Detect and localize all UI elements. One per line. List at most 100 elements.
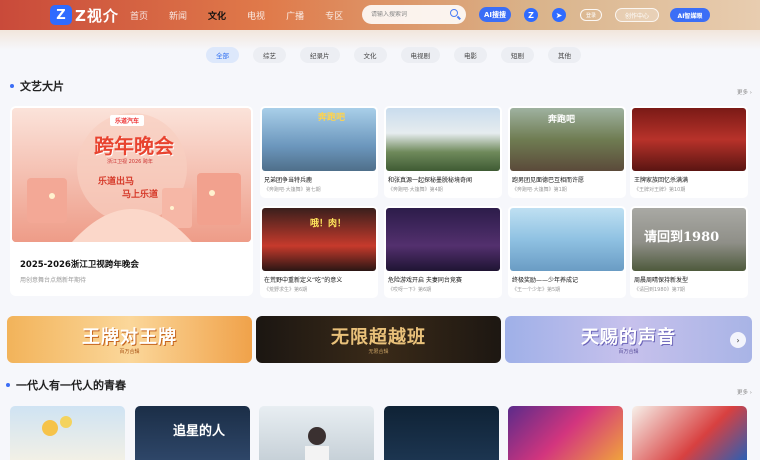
filter-documentary[interactable]: 纪录片 (300, 47, 340, 63)
search-input[interactable] (371, 11, 449, 18)
more-link[interactable]: 更多 › (737, 388, 752, 396)
card-watermark: 奔跑吧 (318, 113, 346, 123)
search-box[interactable] (362, 5, 466, 24)
card-thumbnail[interactable]: 奔跑吧 (510, 108, 624, 171)
banner-next-button[interactable]: › (730, 332, 746, 348)
category-filters: 全部 综艺 纪录片 文化 电视剧 电影 短剧 其他 (206, 47, 595, 63)
poster-title: 跨年晚会 (94, 134, 174, 158)
show-card[interactable]: 奔跑吧 跑男团见面德巴互相而许愿 《奔跑吧·大篷舞》第1期 (508, 106, 626, 198)
card-thumbnail[interactable]: 奔跑吧 (262, 108, 376, 171)
section-title-text: 文艺大片 (20, 80, 64, 93)
card-title[interactable]: 王牌家族回忆杀满满 (634, 175, 746, 184)
collection-banner[interactable]: 王牌对王牌 百万合辑 (7, 316, 252, 363)
drama-poster[interactable] (632, 406, 747, 460)
card-title[interactable]: 终极奖励——少年养成记 (512, 275, 624, 284)
search-icon[interactable] (450, 9, 458, 17)
collection-banner[interactable]: 天赐的声音 百万合辑 (505, 316, 752, 363)
app-send-icon[interactable]: ➤ (552, 8, 566, 22)
card-subtitle: 《哎呀一下》第6期 (388, 287, 432, 293)
section-dot-icon (6, 383, 10, 387)
filter-culture[interactable]: 文化 (353, 47, 387, 63)
card-thumbnail[interactable] (386, 208, 500, 271)
card-thumbnail[interactable]: 请回到1980 (632, 208, 746, 271)
banner-subtitle: 无限合辑 (368, 349, 389, 355)
more-link[interactable]: 更多 › (737, 88, 752, 96)
nav-news[interactable]: 新闻 (169, 9, 187, 22)
filter-short-drama[interactable]: 短剧 (501, 47, 534, 63)
card-watermark: 奔跑吧 (548, 115, 576, 125)
card-thumbnail[interactable]: 哦！肉！ (262, 208, 376, 271)
card-title[interactable]: 周晨周晴保持新发型 (634, 275, 746, 284)
drama-poster[interactable]: 追星的人 (135, 406, 250, 460)
drama-poster[interactable] (508, 406, 623, 460)
poster-text: 追星的人 (173, 424, 226, 439)
feature-title[interactable]: 2025-2026浙江卫视跨年晚会 (20, 258, 139, 270)
show-card[interactable]: 请回到1980 周晨周晴保持新发型 《请回到1980》第7期 (630, 206, 748, 298)
logo-mark-icon: Z (50, 5, 72, 25)
nav-home[interactable]: 首页 (130, 9, 148, 22)
card-thumbnail[interactable] (386, 108, 500, 171)
banner-subtitle: 百万合辑 (618, 349, 639, 355)
card-subtitle: 《奔跑吧·大篷舞》第1期 (512, 187, 567, 193)
card-watermark: 哦！肉！ (310, 219, 347, 229)
poster-balloons (42, 416, 72, 436)
ai-search-button[interactable]: AI搜搜 (479, 7, 511, 22)
banner-title: 无限超越班 (331, 327, 426, 348)
card-title[interactable]: 在荒野中重新定义“吃”的意义 (264, 275, 376, 284)
show-card[interactable]: 奔跑吧 兄弟团争当特兵鹿 《奔跑吧·大篷舞》第七期 (260, 106, 378, 198)
feature-subtitle: 用创意舞台点燃新年期待 (20, 277, 87, 284)
top-header: Z Z视介 首页 新闻 文化 电视 广播 专区 AI搜搜 Z ➤ 登录 创作中心… (0, 0, 760, 30)
filter-movie[interactable]: 电影 (454, 47, 487, 63)
filter-all[interactable]: 全部 (206, 47, 239, 63)
feature-card[interactable]: 乐道汽车 跨年晚会 浙江卫视 2026 跨年 乐道出马 马上乐道 2025-20… (10, 106, 253, 296)
show-card[interactable]: 终极奖励——少年养成记 《王一个少年》第5期 (508, 206, 626, 298)
card-title[interactable]: 和张真源一起探秘墨脱秘境奇闻 (388, 175, 500, 184)
nav-tv[interactable]: 电视 (247, 9, 265, 22)
section-title-text: 一代人有一代人的青春 (16, 379, 126, 392)
nav-radio[interactable]: 广播 (286, 9, 304, 22)
drama-poster[interactable] (259, 406, 374, 460)
filter-drama[interactable]: 电视剧 (400, 47, 440, 63)
section-title-arts: 文艺大片 (10, 78, 64, 94)
card-watermark: 请回到1980 (644, 230, 720, 245)
section-dot-icon (10, 84, 14, 88)
nav-zone[interactable]: 专区 (325, 9, 343, 22)
card-thumbnail[interactable] (510, 208, 624, 271)
creator-center-button[interactable]: 创作中心 (615, 8, 659, 22)
filter-variety[interactable]: 综艺 (253, 47, 286, 63)
card-thumbnail[interactable] (632, 108, 746, 171)
feature-poster[interactable]: 乐道汽车 跨年晚会 浙江卫视 2026 跨年 乐道出马 马上乐道 (12, 108, 251, 242)
show-card[interactable]: 和张真源一起探秘墨脱秘境奇闻 《奔跑吧·大篷舞》第4期 (384, 106, 502, 198)
banner-subtitle: 百万合辑 (119, 349, 140, 355)
main-nav: 首页 新闻 文化 电视 广播 专区 (130, 0, 364, 30)
card-subtitle: 《荒野求生》第6期 (264, 287, 308, 293)
card-title[interactable]: 跑男团见面德巴互相而许愿 (512, 175, 624, 184)
card-subtitle: 《请回到1980》第7期 (634, 287, 685, 293)
card-subtitle: 《奔跑吧·大篷舞》第七期 (264, 187, 321, 193)
banner-title: 天赐的声音 (581, 327, 676, 348)
drama-poster[interactable] (10, 406, 125, 460)
nav-culture[interactable]: 文化 (208, 9, 226, 22)
section-title-youth: 一代人有一代人的青春 (6, 377, 126, 393)
sponsor-badge: 乐道汽车 (110, 115, 145, 126)
ai-smart-eye-button[interactable]: AI智媒眼 (670, 8, 710, 22)
poster-slogan-2: 马上乐道 (122, 190, 159, 200)
show-card[interactable]: 哦！肉！ 在荒野中重新定义“吃”的意义 《荒野求生》第6期 (260, 206, 378, 298)
filter-other[interactable]: 其他 (548, 47, 581, 63)
show-card[interactable]: 危险游戏开启 夫妻同台竞赛 《哎呀一下》第6期 (384, 206, 502, 298)
poster-figure (305, 427, 329, 460)
show-card[interactable]: 王牌家族回忆杀满满 《王牌对王牌》第10期 (630, 106, 748, 198)
app-z-icon[interactable]: Z (524, 8, 538, 22)
card-title[interactable]: 危险游戏开启 夫妻同台竞赛 (388, 275, 500, 284)
drama-poster[interactable] (384, 406, 499, 460)
collection-banner[interactable]: 无限超越班 无限合辑 (256, 316, 501, 363)
card-title[interactable]: 兄弟团争当特兵鹿 (264, 175, 376, 184)
poster-slogan-1: 乐道出马 (98, 177, 135, 187)
logo-text: Z视介 (75, 6, 119, 25)
poster-date: 浙江卫视 2026 跨年 (107, 159, 153, 165)
login-button[interactable]: 登录 (580, 9, 602, 21)
site-logo[interactable]: Z Z视介 (50, 4, 119, 26)
card-subtitle: 《王一个少年》第5期 (512, 287, 561, 293)
banner-title: 王牌对王牌 (82, 327, 177, 348)
card-subtitle: 《王牌对王牌》第10期 (634, 187, 686, 193)
